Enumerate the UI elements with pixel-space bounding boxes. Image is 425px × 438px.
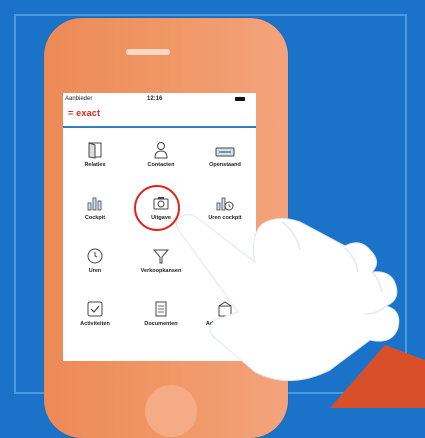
illustration-scene: Aanbieder 12:16 = exact Relaties Contact…	[0, 0, 425, 438]
pointing-hand-icon	[176, 214, 425, 408]
